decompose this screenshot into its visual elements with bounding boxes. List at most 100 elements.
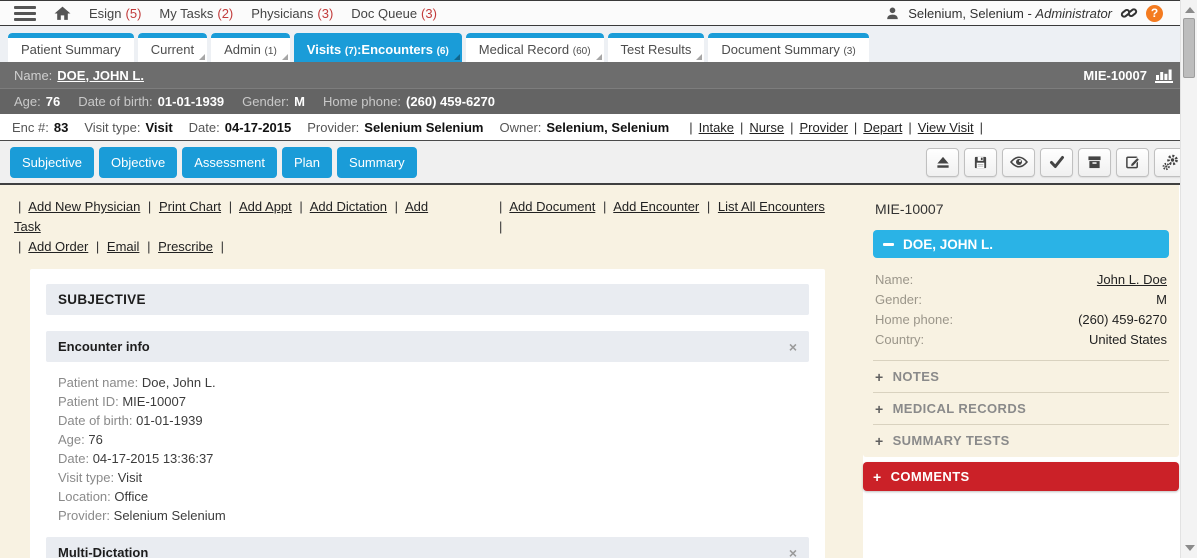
- quick-links-row-2: | Add Order | Email | Prescribe |: [14, 237, 825, 257]
- user-icon: [885, 6, 900, 21]
- subjective-section-header: SUBJECTIVE: [46, 284, 809, 315]
- expand-icon: +: [875, 371, 884, 383]
- provider-link[interactable]: Provider: [800, 120, 848, 135]
- email-link[interactable]: Email: [107, 239, 140, 254]
- my-tasks-count: (2): [217, 6, 233, 21]
- quick-links-group-1: | Add New Physician | Print Chart | Add …: [14, 197, 439, 237]
- esign-count: (5): [126, 6, 142, 21]
- enc-number: 83: [54, 120, 68, 135]
- sidebar-section-notes[interactable]: + NOTES: [873, 360, 1169, 392]
- expand-icon: +: [875, 435, 884, 447]
- sidebar-section-medical-records[interactable]: + MEDICAL RECORDS: [873, 392, 1169, 424]
- patient-name-banner: Name: DOE, JOHN L. MIE-10007: [0, 62, 1197, 89]
- list-all-encounters-link[interactable]: List All Encounters: [718, 199, 825, 214]
- encounter-info-widget-header: Encounter info ×: [46, 331, 809, 362]
- quick-links: | Add New Physician | Print Chart | Add …: [14, 197, 825, 257]
- nav-physicians[interactable]: Physicians (3): [251, 6, 333, 21]
- home-icon[interactable]: [54, 6, 71, 21]
- assessment-button[interactable]: Assessment: [182, 147, 277, 178]
- summary-button[interactable]: Summary: [337, 147, 417, 178]
- expand-icon: +: [875, 403, 884, 415]
- sidebar-chart-id: MIE-10007: [873, 185, 1169, 230]
- gears-icon: [1162, 154, 1179, 171]
- encounter-info-bar: Enc #:83 Visit type:Visit Date:04-17-201…: [0, 114, 1197, 141]
- physicians-count: (3): [317, 6, 333, 21]
- plan-button[interactable]: Plan: [282, 147, 332, 178]
- tab-admin[interactable]: Admin (1): [211, 33, 290, 62]
- save-button[interactable]: [964, 148, 997, 177]
- add-document-link[interactable]: Add Document: [509, 199, 595, 214]
- eject-icon: [935, 155, 951, 170]
- dob-value: 01-01-1939: [158, 94, 225, 109]
- approve-button[interactable]: [1040, 148, 1073, 177]
- sidebar-patient-header[interactable]: DOE, JOHN L.: [873, 230, 1169, 258]
- archive-button[interactable]: [1078, 148, 1111, 177]
- eye-icon: [1010, 156, 1028, 168]
- save-icon: [973, 155, 988, 170]
- main-column: | Add New Physician | Print Chart | Add …: [0, 185, 863, 558]
- quick-links-group-2: | Add Document | Add Encounter | List Al…: [495, 197, 825, 237]
- eject-button[interactable]: [926, 148, 959, 177]
- current-user[interactable]: Selenium, Selenium - Administrator: [908, 6, 1112, 21]
- menu-icon[interactable]: [14, 6, 36, 21]
- edit-button[interactable]: [1116, 148, 1149, 177]
- intake-link[interactable]: Intake: [699, 120, 734, 135]
- nurse-link[interactable]: Nurse: [749, 120, 784, 135]
- add-dictation-link[interactable]: Add Dictation: [310, 199, 387, 214]
- view-visit-link[interactable]: View Visit: [918, 120, 974, 135]
- nav-esign[interactable]: Esign (5): [89, 6, 141, 21]
- checkmark-icon: [1049, 155, 1065, 169]
- depart-link[interactable]: Depart: [863, 120, 902, 135]
- edit-pencil-icon: [1125, 154, 1141, 170]
- encounter-info-fields: Patient name: Doe, John L. Patient ID: M…: [46, 362, 809, 537]
- subjective-button[interactable]: Subjective: [10, 147, 94, 178]
- sidebar-section-summary-tests[interactable]: + SUMMARY TESTS: [873, 424, 1169, 456]
- add-order-link[interactable]: Add Order: [28, 239, 88, 254]
- user-role: Administrator: [1035, 6, 1112, 21]
- sidebar-panel: MIE-10007 DOE, JOHN L. Name:John L. Doe …: [863, 185, 1179, 457]
- tab-visits-encounters[interactable]: Visits (7):Encounters (6): [294, 33, 462, 62]
- sidebar-patient-name-link[interactable]: John L. Doe: [1097, 270, 1167, 290]
- archive-box-icon: [1087, 155, 1102, 169]
- note-card: SUBJECTIVE Encounter info × Patient name…: [30, 269, 825, 558]
- scrollbar-thumb[interactable]: [1183, 18, 1195, 78]
- add-encounter-link[interactable]: Add Encounter: [613, 199, 699, 214]
- sidebar-demographics: Name:John L. Doe Gender:M Home phone:(26…: [873, 258, 1169, 360]
- sidebar-section-comments[interactable]: + COMMENTS: [863, 462, 1179, 491]
- tab-medical-record[interactable]: Medical Record (60): [466, 33, 604, 62]
- link-chain-icon[interactable]: [1120, 4, 1138, 22]
- content-region: | Add New Physician | Print Chart | Add …: [0, 185, 1197, 558]
- note-toolbar: Subjective Objective Assessment Plan Sum…: [0, 141, 1197, 185]
- top-bar: Esign (5) My Tasks (2) Physicians (3) Do…: [0, 0, 1197, 26]
- objective-button[interactable]: Objective: [99, 147, 177, 178]
- doc-queue-count: (3): [421, 6, 437, 21]
- tab-document-summary[interactable]: Document Summary (3): [708, 33, 868, 62]
- tab-patient-summary[interactable]: Patient Summary: [8, 33, 134, 62]
- scroll-up-arrow-icon[interactable]: [1185, 7, 1195, 13]
- add-appt-link[interactable]: Add Appt: [239, 199, 292, 214]
- patient-sidebar: MIE-10007 DOE, JOHN L. Name:John L. Doe …: [863, 185, 1197, 558]
- print-chart-link[interactable]: Print Chart: [159, 199, 221, 214]
- close-icon[interactable]: ×: [789, 341, 797, 353]
- age-value: 76: [46, 94, 60, 109]
- add-new-physician-link[interactable]: Add New Physician: [28, 199, 140, 214]
- tab-test-results[interactable]: Test Results: [608, 33, 705, 62]
- patient-name-link[interactable]: DOE, JOHN L.: [57, 68, 144, 83]
- nav-doc-queue[interactable]: Doc Queue (3): [351, 6, 437, 21]
- chart-tab-bar: Patient Summary Current Admin (1) Visits…: [0, 26, 1197, 62]
- preview-button[interactable]: [1002, 148, 1035, 177]
- prescribe-link[interactable]: Prescribe: [158, 239, 213, 254]
- tab-current[interactable]: Current: [138, 33, 207, 62]
- phone-value: (260) 459-6270: [406, 94, 495, 109]
- close-icon[interactable]: ×: [789, 547, 797, 558]
- scroll-down-arrow-icon[interactable]: [1185, 545, 1195, 551]
- gender-value: M: [294, 94, 305, 109]
- expand-icon: +: [873, 471, 882, 483]
- chart-id: MIE-10007: [1083, 68, 1147, 83]
- multi-dictation-widget-header: Multi-Dictation ×: [46, 537, 809, 558]
- help-icon[interactable]: ?: [1146, 5, 1163, 22]
- demographics-banner: Age:76 Date of birth:01-01-1939 Gender:M…: [0, 89, 1197, 114]
- bar-chart-icon[interactable]: [1155, 67, 1173, 83]
- nav-my-tasks[interactable]: My Tasks (2): [159, 6, 233, 21]
- vertical-scrollbar[interactable]: [1180, 0, 1197, 558]
